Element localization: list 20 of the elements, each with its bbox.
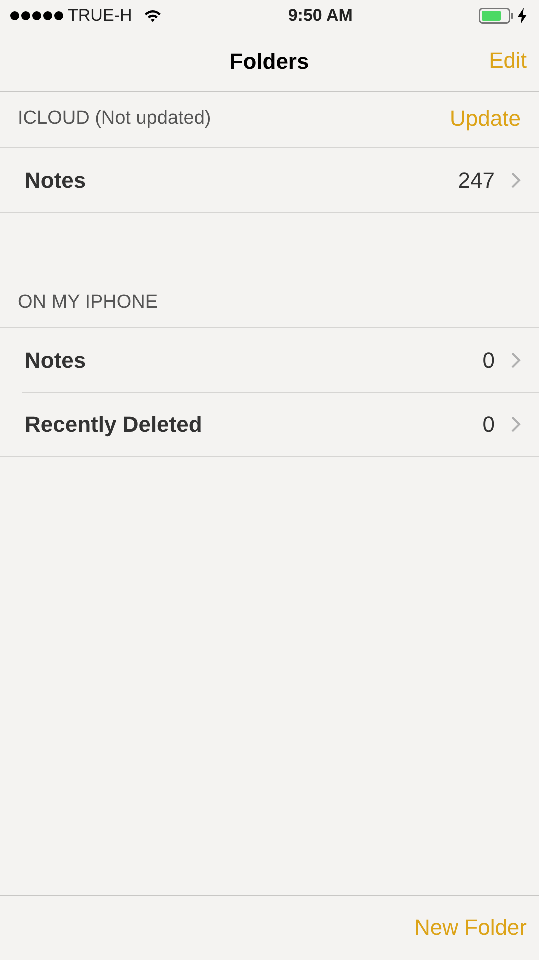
folder-name: Notes [25,166,88,194]
status-time: 9:50 AM [288,5,353,28]
battery-icon [479,8,514,24]
note-count: 0 [482,346,495,374]
section-header: ICLOUD (Not updated) [18,107,212,132]
signal-icon [10,11,64,21]
folder-row[interactable]: Recently Deleted 0 [0,392,539,456]
carrier-name: TRUE-H [68,5,132,28]
note-count: 0 [482,410,495,438]
chevron-icon [511,352,521,368]
chevron-icon [511,172,521,188]
section-header: ON MY IPHONE [18,290,160,314]
chevron-icon [511,416,521,432]
folder-row[interactable]: Notes 247 [0,148,539,212]
note-count: 247 [458,166,495,194]
wifi-icon [144,9,162,23]
folder-name: Notes [25,346,88,374]
nav-title: Folders [230,48,310,76]
folder-row[interactable]: Notes 0 [0,328,539,392]
folder-name: Recently Deleted [25,410,204,439]
